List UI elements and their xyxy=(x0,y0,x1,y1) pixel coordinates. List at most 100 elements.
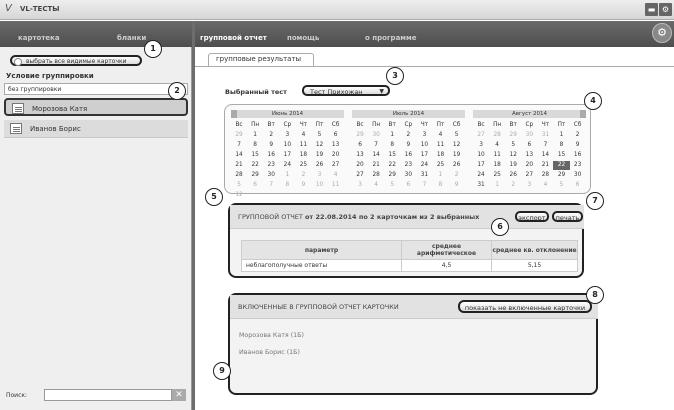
calendar-day[interactable]: 2 xyxy=(505,181,521,190)
calendar-day[interactable]: 9 xyxy=(400,141,416,150)
calendar-day[interactable]: 3 xyxy=(279,131,295,140)
card-item[interactable]: Морозова Катя xyxy=(4,98,188,116)
calendar-day[interactable]: 5 xyxy=(505,141,521,150)
calendar-day[interactable]: 7 xyxy=(263,181,279,190)
calendar-day[interactable]: 12 xyxy=(231,191,247,200)
calendar-day[interactable]: 30 xyxy=(570,171,586,180)
calendar-day[interactable]: 27 xyxy=(473,131,489,140)
calendar-day[interactable]: 7 xyxy=(537,141,553,150)
calendar-day[interactable]: 29 xyxy=(553,171,569,180)
calendar-day[interactable]: 13 xyxy=(328,141,344,150)
calendar-day[interactable]: 11 xyxy=(328,181,344,190)
calendar-day[interactable]: 7 xyxy=(231,141,247,150)
calendar-day[interactable]: 25 xyxy=(489,171,505,180)
calendar-day[interactable]: 11 xyxy=(489,151,505,160)
calendar-day[interactable]: 19 xyxy=(505,161,521,170)
tab-group-results[interactable]: групповые результаты xyxy=(208,53,315,66)
calendar-day[interactable]: 18 xyxy=(489,161,505,170)
calendar-day[interactable]: 2 xyxy=(263,131,279,140)
calendar-day[interactable]: 6 xyxy=(247,181,263,190)
calendar-day[interactable]: 4 xyxy=(432,131,448,140)
calendar-day[interactable]: 14 xyxy=(368,151,384,160)
calendar-day[interactable]: 28 xyxy=(231,171,247,180)
calendar-day[interactable]: 17 xyxy=(416,151,432,160)
calendar-day[interactable]: 5 xyxy=(231,181,247,190)
gear-icon[interactable]: ⚙ xyxy=(652,23,672,43)
tab-forms[interactable]: бланки xyxy=(117,34,146,42)
calendar-day[interactable]: 5 xyxy=(449,131,465,140)
calendar-day[interactable]: 9 xyxy=(570,141,586,150)
calendar-day[interactable]: 17 xyxy=(473,161,489,170)
calendar-day[interactable]: 2 xyxy=(295,171,311,180)
calendar-day[interactable]: 3 xyxy=(311,171,327,180)
calendar-day[interactable]: 1 xyxy=(432,171,448,180)
calendar-day[interactable]: 22 xyxy=(553,161,570,170)
calendar-day[interactable]: 26 xyxy=(505,171,521,180)
calendar-day[interactable]: 4 xyxy=(537,181,553,190)
calendar-day[interactable]: 30 xyxy=(263,171,279,180)
card-item[interactable]: Иванов Борис xyxy=(4,120,188,138)
calendar-day[interactable]: 15 xyxy=(553,151,569,160)
calendar-day[interactable]: 12 xyxy=(505,151,521,160)
tab-group-report[interactable]: групповой отчет xyxy=(200,34,267,42)
calendar-day[interactable]: 2 xyxy=(400,131,416,140)
calendar-day[interactable]: 15 xyxy=(247,151,263,160)
calendar-day[interactable]: 3 xyxy=(473,141,489,150)
calendar-day[interactable]: 3 xyxy=(352,181,368,190)
calendar-day[interactable]: 26 xyxy=(449,161,465,170)
calendar-day[interactable]: 21 xyxy=(231,161,247,170)
calendar-day[interactable]: 28 xyxy=(368,171,384,180)
test-select[interactable]: Тест Прихожан ▼ xyxy=(302,85,390,96)
calendar-day[interactable]: 26 xyxy=(311,161,327,170)
list-item[interactable]: Морозова Катя (1Б) xyxy=(239,332,304,339)
calendar-day[interactable]: 1 xyxy=(384,131,400,140)
calendar-day[interactable]: 8 xyxy=(384,141,400,150)
calendar-day[interactable]: 27 xyxy=(328,161,344,170)
calendar-grid[interactable]: Вс Пн Вт Ср Чт Пт Сб27 28 29 30 31 1 23 4 5 6 7 8 910 11 12 1… xyxy=(473,120,586,190)
list-item[interactable]: Иванов Борис (1Б) xyxy=(239,349,300,356)
calendar-day[interactable]: 20 xyxy=(328,151,344,160)
calendar-day[interactable]: 3 xyxy=(521,181,537,190)
calendar-day[interactable]: 1 xyxy=(279,171,295,180)
calendar-day[interactable]: 13 xyxy=(521,151,537,160)
calendar-day[interactable]: 8 xyxy=(432,181,448,190)
calendar-day[interactable]: 16 xyxy=(400,151,416,160)
calendar-day[interactable]: 21 xyxy=(537,161,553,170)
calendar-grid[interactable]: Вс Пн Вт Ср Чт Пт Сб29 1 2 3 4 5 67 8 9 10 11 12 1314 15 16 1… xyxy=(231,120,344,200)
calendar-day[interactable]: 8 xyxy=(247,141,263,150)
calendar-day[interactable]: 6 xyxy=(400,181,416,190)
search-input[interactable] xyxy=(44,389,172,401)
calendar-day[interactable]: 30 xyxy=(400,171,416,180)
calendar-day[interactable]: 27 xyxy=(521,171,537,180)
calendar-day[interactable]: 12 xyxy=(449,141,465,150)
tab-cards[interactable]: картотека xyxy=(18,34,60,42)
export-button[interactable]: экспорт xyxy=(515,211,549,222)
calendar-day[interactable]: 12 xyxy=(311,141,327,150)
calendar-day[interactable]: 3 xyxy=(416,131,432,140)
calendar-day[interactable]: 22 xyxy=(247,161,263,170)
calendar-day[interactable]: 11 xyxy=(432,141,448,150)
calendar-day[interactable]: 28 xyxy=(489,131,505,140)
calendar-day[interactable]: 14 xyxy=(231,151,247,160)
calendar-day[interactable]: 10 xyxy=(311,181,327,190)
calendar-day[interactable]: 24 xyxy=(279,161,295,170)
calendar-day[interactable]: 9 xyxy=(263,141,279,150)
calendar-day[interactable]: 20 xyxy=(521,161,537,170)
calendar-day[interactable]: 6 xyxy=(521,141,537,150)
calendar-day[interactable]: 7 xyxy=(368,141,384,150)
calendar-day[interactable]: 4 xyxy=(328,171,344,180)
calendar-day[interactable]: 31 xyxy=(416,171,432,180)
calendar-day[interactable]: 14 xyxy=(537,151,553,160)
calendar-day[interactable]: 23 xyxy=(570,161,586,170)
tab-help[interactable]: помощь xyxy=(287,34,319,42)
calendar-day[interactable]: 24 xyxy=(473,171,489,180)
print-button[interactable]: печать xyxy=(552,211,583,222)
calendar-day[interactable]: 8 xyxy=(553,141,569,150)
calendar-day[interactable]: 16 xyxy=(263,151,279,160)
calendar-day[interactable]: 25 xyxy=(295,161,311,170)
prev-month-button[interactable] xyxy=(231,110,237,118)
calendar-day[interactable]: 2 xyxy=(449,171,465,180)
select-all-visible-button[interactable]: выбрать все видимые карточки xyxy=(10,55,142,66)
calendar-day[interactable]: 19 xyxy=(311,151,327,160)
calendar-day[interactable]: 31 xyxy=(537,131,553,140)
